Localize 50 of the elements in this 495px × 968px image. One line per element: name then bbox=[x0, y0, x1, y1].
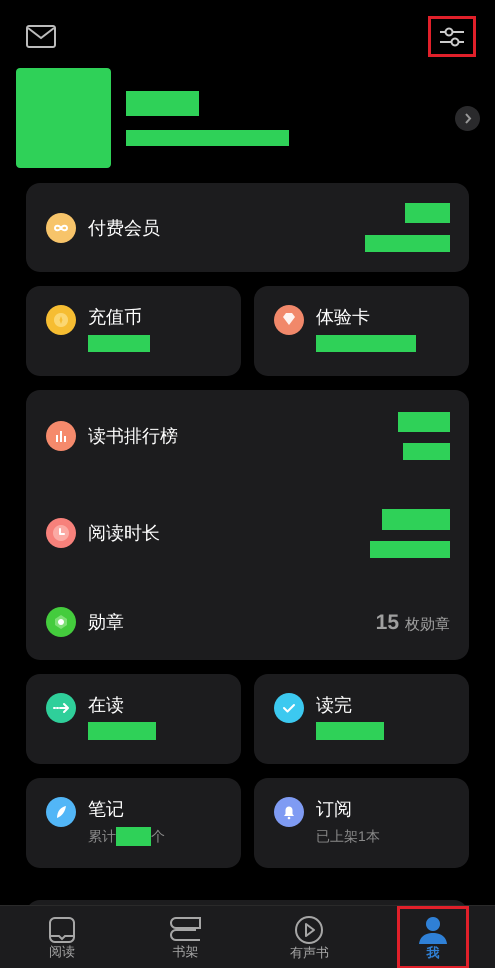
mail-icon[interactable] bbox=[26, 25, 56, 48]
redaction-block bbox=[403, 443, 450, 460]
nav-tab[interactable]: 阅读 bbox=[26, 906, 98, 968]
person-icon bbox=[418, 914, 448, 944]
check-icon bbox=[274, 693, 304, 723]
tray-icon bbox=[48, 916, 76, 944]
item-label: 在读 bbox=[88, 694, 125, 717]
item-label: 阅读时长 bbox=[88, 522, 160, 546]
note-suffix: 个 bbox=[151, 827, 165, 846]
settings-button[interactable] bbox=[428, 16, 476, 57]
play-icon bbox=[294, 914, 324, 944]
redaction-block bbox=[398, 412, 450, 432]
redaction-block bbox=[88, 335, 150, 352]
library-card[interactable]: 读完 bbox=[254, 674, 469, 764]
note-prefix: 累计 bbox=[88, 827, 116, 846]
redaction-block bbox=[316, 722, 384, 740]
item-label: 勋章 bbox=[88, 611, 124, 634]
infinity-icon bbox=[46, 212, 76, 242]
redaction-block bbox=[405, 203, 450, 223]
nav-tab[interactable]: 有声书 bbox=[273, 906, 346, 968]
item-label: 读书排行榜 bbox=[88, 425, 178, 448]
redaction-block bbox=[116, 827, 151, 846]
item-label: 付费会员 bbox=[88, 216, 160, 240]
wallet-card[interactable]: 充值币 bbox=[26, 286, 241, 376]
badge-count: 15 枚勋章 bbox=[376, 610, 450, 636]
item-label: 读完 bbox=[316, 694, 353, 717]
redaction-block bbox=[88, 722, 156, 740]
redaction-block bbox=[382, 508, 450, 530]
chevron-right-icon[interactable] bbox=[455, 106, 480, 130]
item-label: 体验卡 bbox=[316, 306, 371, 329]
feather-icon bbox=[46, 797, 76, 827]
bar-chart-icon bbox=[46, 421, 76, 451]
library-card[interactable]: 笔记 累计 个 bbox=[26, 778, 241, 868]
wallet-card[interactable]: 体验卡 bbox=[254, 286, 469, 376]
item-label: 订阅 bbox=[316, 798, 353, 821]
books-icon bbox=[170, 916, 202, 944]
coin-icon bbox=[46, 305, 76, 335]
item-label: 笔记 bbox=[88, 798, 125, 821]
library-card[interactable]: 订阅 已上架1本 bbox=[254, 778, 469, 868]
membership-card[interactable]: 付费会员 bbox=[26, 183, 469, 272]
bell-icon bbox=[274, 797, 304, 827]
settings-icon bbox=[439, 26, 465, 48]
library-card[interactable]: 在读 bbox=[26, 674, 241, 764]
gem-icon bbox=[274, 305, 304, 335]
detail-text: 已上架1本 bbox=[316, 827, 380, 846]
nav-tab[interactable]: 我 bbox=[397, 906, 470, 968]
item-label: 充值币 bbox=[88, 306, 143, 329]
clock-icon bbox=[46, 518, 76, 548]
medal-icon bbox=[46, 607, 76, 638]
nav-tab[interactable]: 书架 bbox=[150, 906, 222, 968]
